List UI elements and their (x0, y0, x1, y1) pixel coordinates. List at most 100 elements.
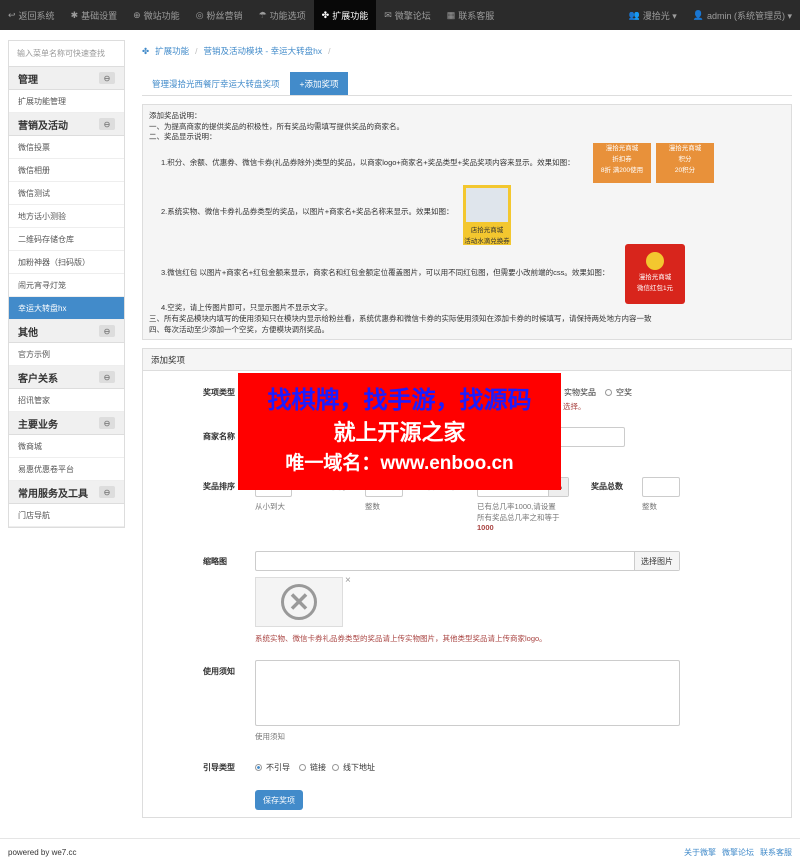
nav-function-options[interactable]: ☂ 功能选项 (251, 0, 314, 30)
radio-empty-prize[interactable]: 空奖 (605, 387, 632, 398)
radio-circle[interactable] (332, 764, 339, 771)
footer-link-forum[interactable]: 微擎论坛 (722, 847, 754, 858)
sidebar-item-qrcode-store[interactable]: 二维码存储仓库 (9, 228, 124, 251)
comment-icon: ✉ (384, 9, 392, 20)
sidebar-item-steward[interactable]: 招讯管家 (9, 389, 124, 412)
thumbnail-path-input[interactable]: 选择图片 (255, 551, 680, 571)
user-menu[interactable]: 👤 admin (系统管理员) ▾ (685, 0, 800, 30)
nav-label: 粉丝营销 (206, 10, 243, 21)
remove-image-icon[interactable]: × (345, 575, 351, 586)
footer-link-contact[interactable]: 联系客服 (760, 847, 792, 858)
sidebar-item-test[interactable]: 微信测试 (9, 182, 124, 205)
sidebar-item-lucky-wheel[interactable]: 幸运大转盘hx (9, 297, 124, 320)
instructions-line: 一、为提高商家的提供奖品的积极性，所有奖品均需填写提供奖品的商家名。 (149, 121, 404, 131)
sidebar-group-crm[interactable]: 客户关系 ⊖ (9, 366, 124, 389)
collapse-icon[interactable]: ⊖ (99, 325, 115, 337)
notice-label: 使用须知 (203, 667, 235, 676)
breadcrumb-link-module[interactable]: 营销及活动模块 - 幸运大转盘hx (204, 45, 323, 57)
nav-microsite[interactable]: ⊕ 微站功能 (125, 0, 188, 30)
collapse-icon[interactable]: ⊖ (99, 417, 115, 429)
sidebar-item-lantern[interactable]: 闹元宵寻灯笼 (9, 274, 124, 297)
tab-add-prize[interactable]: +添加奖项 (289, 72, 349, 95)
footer-link-about[interactable]: 关于微擎 (684, 847, 716, 858)
menu-search-input[interactable]: 输入菜单名称可快速查找 (9, 41, 124, 67)
sidebar-item-coupon-platform[interactable]: 易惠优惠卷平台 (9, 458, 124, 481)
breadcrumb-link-extensions[interactable]: 扩展功能 (155, 45, 189, 57)
sidebar-item-official-example[interactable]: 官方示例 (9, 343, 124, 366)
collapse-icon[interactable]: ⊖ (99, 118, 115, 130)
instructions-line: 3.微信红包 以图片+商家名+红包金额来显示，商家名和红包金额定位覆盖图片，可以… (161, 268, 610, 277)
globe-icon: ⊕ (133, 9, 141, 20)
radio-circle[interactable] (255, 764, 262, 771)
sidebar-item-dialect-quiz[interactable]: 地方话小测验 (9, 205, 124, 228)
rate-total: 1000 (477, 523, 494, 532)
radio-circle[interactable] (605, 389, 612, 396)
breadcrumb-separator: / (195, 46, 198, 56)
nav-extensions[interactable]: ✤ 扩展功能 (313, 0, 377, 30)
nav-forum[interactable]: ✉ 微擎论坛 (376, 0, 439, 30)
sidebar: 输入菜单名称可快速查找 管理 ⊖ 扩展功能管理 营销及活动 ⊖ 微信投票 微信相册 … (8, 40, 125, 528)
radio-circle[interactable] (299, 764, 306, 771)
choose-image-button[interactable]: 选择图片 (634, 552, 679, 570)
banner-line-2: 就上开源之家 (333, 419, 466, 445)
example-gift-card: 店拾光商城 活动水滴兑换券 (463, 185, 511, 245)
radio-label: 空奖 (616, 388, 632, 397)
example-redpacket-card: 漫拾光商城微信红包1元 (625, 244, 685, 304)
instructions-line: 4.空奖，请上传图片即可，只显示图片不显示文字。 (161, 303, 333, 312)
sidebar-item-album[interactable]: 微信相册 (9, 159, 124, 182)
sidebar-group-other[interactable]: 其他 ⊖ (9, 320, 124, 343)
instructions-line: 1.积分、余额、优惠券、微信卡券(礼品券除外)类型的奖品，以商家logo+商家名… (161, 158, 575, 167)
footer: powered by we7.cc 关于微擎 微擎论坛 联系客服 (0, 838, 800, 865)
radio-guide-offline[interactable]: 线下地址 (332, 762, 375, 773)
watermark-banner: 找棋牌，找手游，找源码 就上开源之家 唯一域名：www.enboo.cn (238, 373, 561, 490)
nav-fans-marketing[interactable]: ◎ 粉丝营销 (188, 0, 251, 30)
sidebar-group-tools[interactable]: 常用服务及工具 ⊖ (9, 481, 124, 504)
nav-label: 联系客服 (458, 10, 495, 21)
breadcrumb-separator: / (328, 46, 331, 56)
nav-label: 返回系统 (18, 10, 55, 21)
example-value: 微信红包1元 (636, 285, 674, 292)
instructions-line: 2.系统实物、微信卡券礼品券类型的奖品，以图片+商家名+奖品名称来显示。效果如图… (161, 207, 454, 216)
fans-icon: ◎ (195, 9, 204, 20)
sidebar-group-business[interactable]: 主要业务 ⊖ (9, 412, 124, 435)
sidebar-item-store-nav[interactable]: 门店导航 (9, 504, 124, 527)
radio-guide-none[interactable]: 不引导 (255, 762, 290, 773)
instructions-line: 四、每次活动至少添加一个空奖，方便模块调剂奖品。 (149, 325, 329, 334)
instructions-panel: 添加奖品说明： 一、为提高商家的提供奖品的积极性，所有奖品均需填写提供奖品的商家… (142, 104, 792, 340)
sidebar-item-vote[interactable]: 微信投票 (9, 136, 124, 159)
notice-textarea[interactable] (255, 660, 680, 726)
nav-basic-settings[interactable]: ✱ 基础设置 (63, 0, 126, 30)
example-type: 积分 (678, 156, 692, 163)
group-title: 营销及活动 (18, 120, 68, 132)
radio-label: 实物奖品 (564, 388, 596, 397)
sidebar-item-extension-manage[interactable]: 扩展功能管理 (9, 90, 124, 113)
thumbnail-label: 缩略图 (203, 557, 227, 566)
tab-bar: 管理漫拾光西餐厅幸运大转盘奖项 +添加奖项 (142, 72, 792, 96)
collapse-icon[interactable]: ⊖ (99, 371, 115, 383)
sidebar-group-manage[interactable]: 管理 ⊖ (9, 67, 124, 90)
nav-label: 基础设置 (81, 10, 118, 21)
total-input[interactable] (642, 477, 680, 497)
thumbnail-warning: 系统实物、微信卡券礼品券类型的奖品请上传实物图片，其他类型奖品请上传商家logo… (255, 634, 547, 643)
nav-back[interactable]: ↩ 返回系统 (0, 0, 63, 30)
site-switcher[interactable]: 👥 漫拾光 ▾ (621, 0, 685, 30)
collapse-icon[interactable]: ⊖ (99, 486, 115, 498)
banner-line-1: 找棋牌，找手游，找源码 (267, 386, 532, 414)
group-title: 其他 (18, 327, 38, 339)
nav-label: 功能选项 (269, 10, 306, 21)
save-prize-button[interactable]: 保存奖项 (255, 790, 303, 810)
collapse-icon[interactable]: ⊖ (99, 72, 115, 84)
breadcrumb: ✤ 扩展功能 / 营销及活动模块 - 幸运大转盘hx / (142, 40, 792, 62)
prize-type-warning: 选择。 (563, 402, 586, 411)
example-shop: 店拾光商城 (470, 227, 504, 234)
notice-hint: 使用须知 (255, 732, 285, 741)
tab-manage-prizes[interactable]: 管理漫拾光西餐厅幸运大转盘奖项 (142, 72, 290, 95)
rate-hint: 所有奖品总几率之和等于 (477, 513, 560, 522)
radio-guide-link[interactable]: 链接 (299, 762, 326, 773)
sidebar-group-marketing[interactable]: 营销及活动 ⊖ (9, 113, 124, 136)
sort-hint: 从小到大 (255, 502, 285, 511)
sidebar-item-mall[interactable]: 微商城 (9, 435, 124, 458)
sidebar-item-fans-tool[interactable]: 加粉神器（扫码版） (9, 251, 124, 274)
nav-contact[interactable]: ▦ 联系客服 (439, 0, 503, 30)
example-shop: 漫拾光商城 (638, 274, 672, 281)
